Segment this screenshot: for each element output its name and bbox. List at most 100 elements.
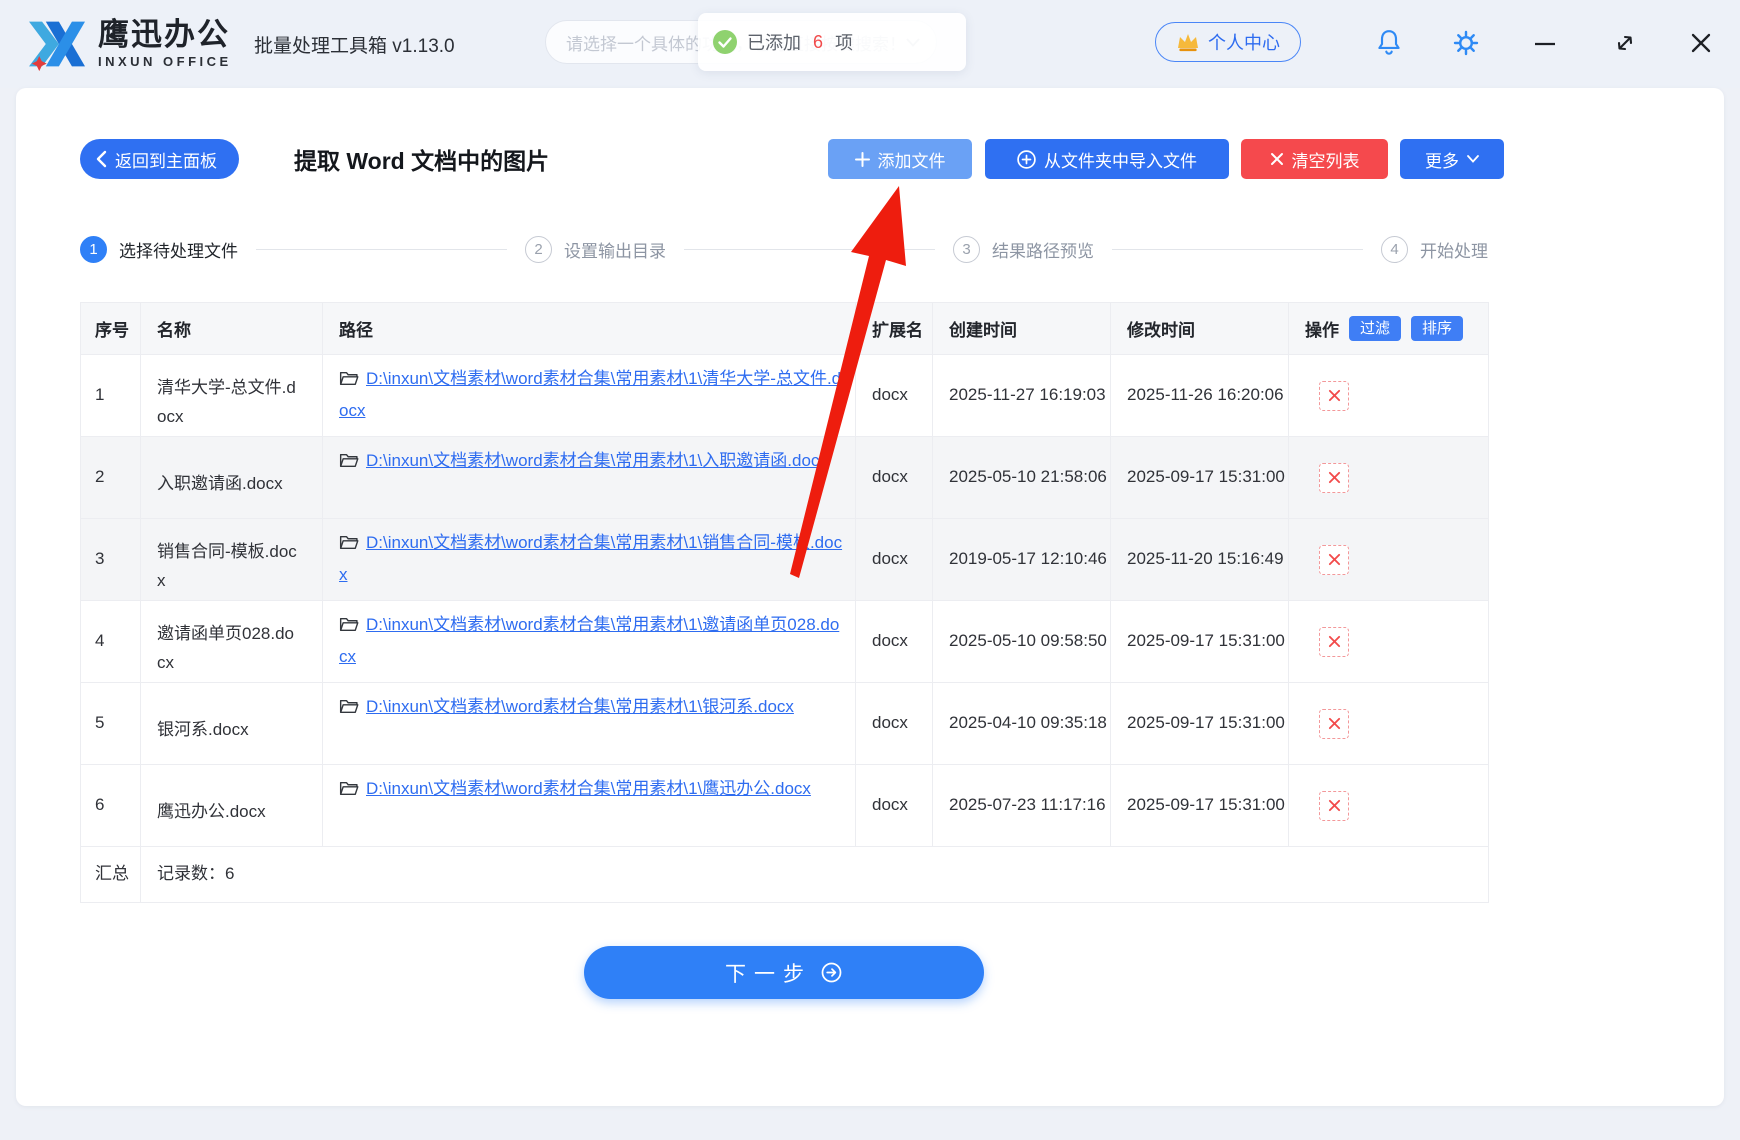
table-header-row: 序号 名称 路径 扩展名 创建时间 修改时间 操作 过滤 排序 [81,303,1488,355]
file-path-cell: D:\inxun\文档素材\word素材合集\常用素材\1\鹰迅办公.docx [323,765,856,847]
delete-row-button[interactable] [1319,709,1349,739]
import-from-folder-button[interactable]: 从文件夹中导入文件 [985,139,1229,179]
step-indicator: 1 选择待处理文件 2 设置输出目录 3 结果路径预览 4 开始处理 [80,234,1488,264]
row-actions [1289,437,1489,519]
toast-count: 6 [810,32,826,53]
file-path-cell: D:\inxun\文档素材\word素材合集\常用素材\1\邀请函单页028.d… [323,601,856,683]
toast-text-prefix: 已添加 [747,29,801,55]
summary-label: 汇总 [81,847,141,903]
minimize-button[interactable] [1530,28,1560,58]
folder-icon [339,616,359,633]
back-to-dashboard-button[interactable]: 返回到主面板 [80,139,239,179]
modified-time: 2025-09-17 15:31:00 [1111,601,1289,683]
close-icon [1689,31,1713,55]
settings-button[interactable] [1451,28,1481,58]
table-row: 3销售合同-模板.docxD:\inxun\文档素材\word素材合集\常用素材… [81,519,1488,601]
delete-row-button[interactable] [1319,791,1349,821]
file-path-cell: D:\inxun\文档素材\word素材合集\常用素材\1\销售合同-模板.do… [323,519,856,601]
col-created: 创建时间 [933,303,1111,355]
step-1-number: 1 [80,236,107,263]
app-name-en: INXUN OFFICE [98,54,232,69]
file-path-link[interactable]: D:\inxun\文档素材\word素材合集\常用素材\1\销售合同-模板.do… [339,533,842,584]
main-panel: 返回到主面板 提取 Word 文档中的图片 添加文件 从文件夹中导入文件 清空列… [16,88,1724,1106]
file-extension: docx [856,355,933,437]
next-step-button[interactable]: 下一步 [584,946,984,999]
file-name: 鹰迅办公.docx [141,765,323,847]
row-actions [1289,519,1489,601]
col-path: 路径 [323,303,856,355]
file-extension: docx [856,765,933,847]
added-toast: 已添加 6 项 [698,13,966,71]
step-4-number: 4 [1381,236,1408,263]
more-button[interactable]: 更多 [1400,139,1504,179]
modified-time: 2025-09-17 15:31:00 [1111,437,1289,519]
step-2-output-dir: 2 设置输出目录 [525,236,666,263]
created-time: 2025-11-27 16:19:03 [933,355,1111,437]
topbar: 鹰迅办公 INXUN OFFICE 批量处理工具箱 v1.13.0 请选择一个具… [0,0,1740,88]
file-name: 邀请函单页028.docx [141,601,323,683]
minimize-icon [1533,31,1557,55]
notifications-button[interactable] [1374,28,1404,58]
row-index: 6 [81,765,141,847]
clear-list-button[interactable]: 清空列表 [1241,139,1388,179]
delete-x-icon [1328,553,1341,566]
delete-row-button[interactable] [1319,463,1349,493]
filter-button[interactable]: 过滤 [1349,316,1401,341]
file-extension: docx [856,683,933,765]
page-header: 返回到主面板 提取 Word 文档中的图片 添加文件 从文件夹中导入文件 清空列… [80,139,1504,179]
delete-x-icon [1328,471,1341,484]
folder-icon [339,370,359,387]
step-3-number: 3 [953,236,980,263]
delete-row-button[interactable] [1319,381,1349,411]
folder-icon [339,452,359,469]
arrow-right-circle-icon [820,961,843,984]
clear-list-label: 清空列表 [1292,147,1360,172]
sort-button[interactable]: 排序 [1411,316,1463,341]
close-button[interactable] [1686,28,1716,58]
app-name: 鹰迅办公 [98,19,232,50]
profile-center-label: 个人中心 [1208,29,1280,55]
file-name: 入职邀请函.docx [141,437,323,519]
maximize-button[interactable] [1610,28,1640,58]
delete-row-button[interactable] [1319,627,1349,657]
profile-center-button[interactable]: 个人中心 [1155,22,1301,62]
row-actions [1289,355,1489,437]
modified-time: 2025-11-26 16:20:06 [1111,355,1289,437]
created-time: 2025-07-23 11:17:16 [933,765,1111,847]
logo-x-icon [26,16,88,72]
folder-icon [339,698,359,715]
chevron-down-icon [1467,155,1479,163]
x-icon [1270,152,1284,166]
step-connector [256,249,507,250]
row-index: 2 [81,437,141,519]
step-connector [684,249,935,250]
file-path-link[interactable]: D:\inxun\文档素材\word素材合集\常用素材\1\清华大学-总文件.d… [339,369,841,420]
step-4-start: 4 开始处理 [1381,236,1488,263]
add-file-button[interactable]: 添加文件 [828,139,972,179]
file-path-link[interactable]: D:\inxun\文档素材\word素材合集\常用素材\1\银河系.docx [366,697,794,716]
step-1-label: 选择待处理文件 [119,237,238,262]
created-time: 2025-05-10 21:58:06 [933,437,1111,519]
file-name: 银河系.docx [141,683,323,765]
file-path-link[interactable]: D:\inxun\文档素材\word素材合集\常用素材\1\入职邀请函.docx [366,451,828,470]
modified-time: 2025-09-17 15:31:00 [1111,765,1289,847]
file-path-cell: D:\inxun\文档素材\word素材合集\常用素材\1\入职邀请函.docx [323,437,856,519]
window-title: 批量处理工具箱 v1.13.0 [254,31,455,58]
col-ext: 扩展名 [856,303,933,355]
file-path-cell: D:\inxun\文档素材\word素材合集\常用素材\1\银河系.docx [323,683,856,765]
delete-row-button[interactable] [1319,545,1349,575]
bell-icon [1376,29,1402,57]
gear-icon [1452,29,1480,57]
modified-time: 2025-09-17 15:31:00 [1111,683,1289,765]
file-path-link[interactable]: D:\inxun\文档素材\word素材合集\常用素材\1\鹰迅办公.docx [366,779,811,798]
summary-row: 汇总 记录数：6 [81,847,1488,903]
step-connector [1112,249,1363,250]
table-row: 2入职邀请函.docx D:\inxun\文档素材\word素材合集\常用素材\1… [81,437,1488,519]
row-index: 4 [81,601,141,683]
delete-x-icon [1328,635,1341,648]
step-1-select-files: 1 选择待处理文件 [80,236,238,263]
import-from-folder-label: 从文件夹中导入文件 [1044,147,1197,172]
file-name: 销售合同-模板.docx [141,519,323,601]
page-title: 提取 Word 文档中的图片 [294,142,549,176]
file-path-link[interactable]: D:\inxun\文档素材\word素材合集\常用素材\1\邀请函单页028.d… [339,615,839,666]
